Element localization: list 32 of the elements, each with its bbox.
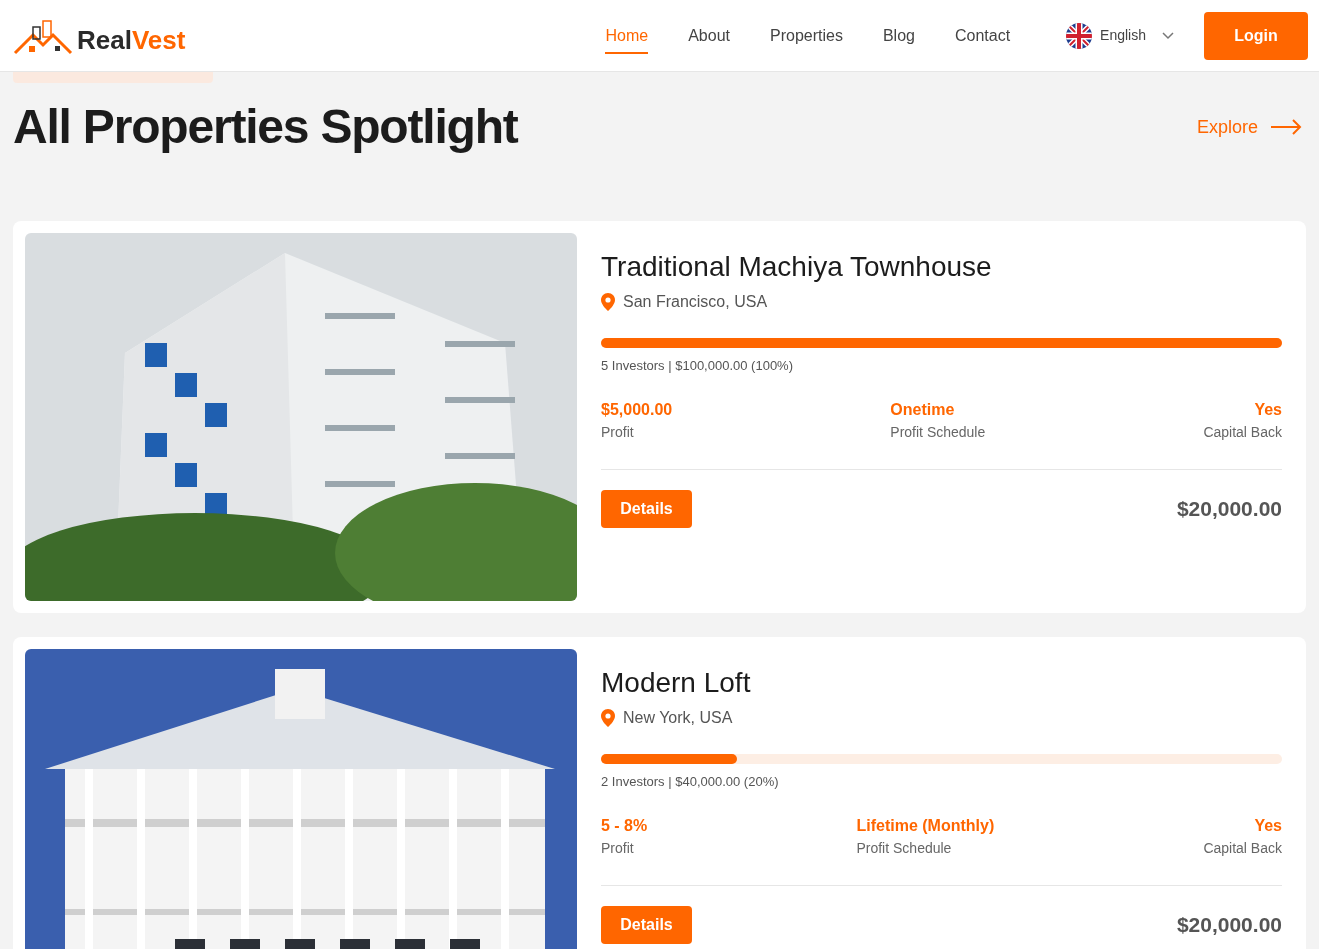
stat-label: Profit Schedule [856,838,953,858]
nav-link[interactable]: Contact [954,17,1011,54]
property-price: $20,000.00 [1176,495,1282,522]
language-selector[interactable]: English [1066,22,1174,49]
stat-value: Yes [1254,815,1282,836]
stat-value: Onetime [890,399,956,420]
property-location: New York, USA [623,708,733,728]
chevron-down-icon [1162,31,1174,40]
stat-value: Lifetime (Monthly) [856,815,995,836]
property-location: San Francisco, USA [623,292,768,312]
stat-label: Capital Back [1203,838,1282,858]
stat-value: Yes [1254,399,1282,420]
stat-label: Profit [601,838,635,858]
stat-label: Profit [601,422,635,442]
property-price: $20,000.00 [1176,911,1282,938]
page-heading: All Properties Spotlight [13,99,518,155]
nav-link[interactable]: Properties [770,17,843,54]
investors-summary: 5 Investors | $100,000.00 (100%) [601,357,794,375]
stat-label: Capital Back [1203,422,1282,442]
stat-label: Profit Schedule [890,422,986,442]
investors-summary: 2 Investors | $40,000.00 (20%) [601,773,780,791]
property-title: Traditional Machiya Townhouse [601,250,993,284]
stat-value: $5,000.00 [601,399,673,420]
uk-flag-icon [1066,22,1093,49]
location-pin-icon [601,709,615,727]
arrow-right-icon [1270,119,1302,135]
nav-link[interactable]: About [688,17,730,54]
property-title: Modern Loft [601,666,752,700]
brand-logo[interactable]: RealVest [77,26,186,53]
stat-value: 5 - 8% [601,815,648,836]
location-pin-icon [601,293,615,311]
nav-link[interactable]: Blog [882,17,915,54]
